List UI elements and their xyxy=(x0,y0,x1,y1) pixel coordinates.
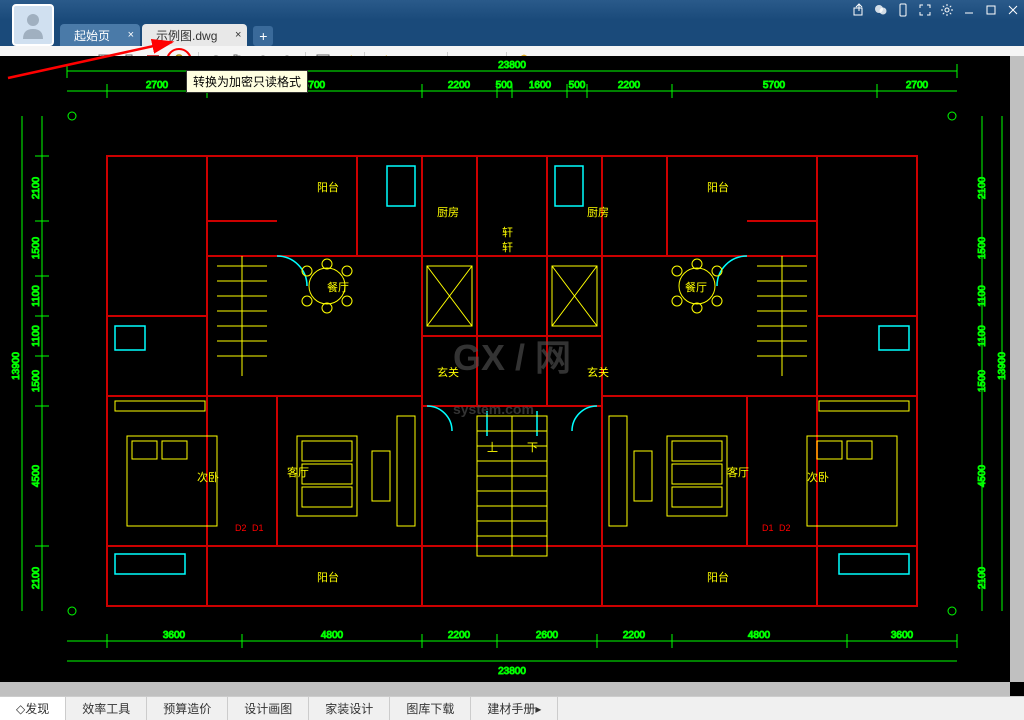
fullscreen-icon[interactable] xyxy=(918,3,932,17)
svg-text:D2: D2 xyxy=(779,523,791,533)
svg-text:2200: 2200 xyxy=(448,80,471,91)
svg-text:2100: 2100 xyxy=(977,566,988,589)
tab-close-icon[interactable]: × xyxy=(128,29,134,41)
svg-text:4500: 4500 xyxy=(31,464,42,487)
svg-text:次卧: 次卧 xyxy=(197,470,219,484)
svg-text:客厅: 客厅 xyxy=(287,465,309,479)
svg-text:13900: 13900 xyxy=(11,352,22,380)
tab-label: 起始页 xyxy=(74,27,110,44)
svg-text:下: 下 xyxy=(527,442,538,454)
svg-text:2700: 2700 xyxy=(906,80,929,91)
svg-text:3600: 3600 xyxy=(891,630,914,641)
svg-text:1100: 1100 xyxy=(31,325,42,347)
share-icon[interactable] xyxy=(852,3,866,17)
svg-text:玄关: 玄关 xyxy=(587,365,609,379)
svg-text:4500: 4500 xyxy=(977,464,988,487)
svg-text:D2: D2 xyxy=(235,523,247,533)
svg-text:次卧: 次卧 xyxy=(807,470,829,484)
svg-text:D1: D1 xyxy=(762,523,774,533)
titlebar xyxy=(0,0,1024,20)
svg-text:23800: 23800 xyxy=(498,60,526,71)
vertical-scrollbar[interactable] xyxy=(1010,56,1024,682)
svg-text:23800: 23800 xyxy=(498,666,526,677)
svg-text:1100: 1100 xyxy=(977,285,988,307)
user-avatar[interactable] xyxy=(12,4,54,46)
svg-text:2100: 2100 xyxy=(31,176,42,199)
svg-text:1500: 1500 xyxy=(31,236,42,259)
svg-text:1100: 1100 xyxy=(31,285,42,307)
svg-text:500: 500 xyxy=(569,80,586,91)
btab-material[interactable]: 建材手册 ▸ xyxy=(471,697,558,720)
tooltip: 转换为加密只读格式 xyxy=(186,70,308,93)
close-icon[interactable] xyxy=(1006,3,1020,17)
minimize-icon[interactable] xyxy=(962,3,976,17)
svg-text:客厅: 客厅 xyxy=(727,465,749,479)
maximize-icon[interactable] xyxy=(984,3,998,17)
svg-text:2100: 2100 xyxy=(31,566,42,589)
tab-file[interactable]: 示例图.dwg × xyxy=(142,24,247,46)
btab-home[interactable]: 家装设计 xyxy=(309,697,390,720)
svg-text:4800: 4800 xyxy=(321,630,344,641)
tab-close-icon[interactable]: × xyxy=(235,29,241,41)
svg-text:3600: 3600 xyxy=(163,630,186,641)
document-tabs: 起始页 × 示例图.dwg × + xyxy=(0,20,1024,46)
svg-text:1600: 1600 xyxy=(529,80,552,91)
svg-text:500: 500 xyxy=(496,80,513,91)
svg-text:2600: 2600 xyxy=(536,630,559,641)
tab-label: 示例图.dwg xyxy=(156,27,217,44)
btab-budget[interactable]: 预算造价 xyxy=(147,697,228,720)
tab-add-button[interactable]: + xyxy=(253,26,273,46)
svg-text:4800: 4800 xyxy=(748,630,771,641)
svg-text:上: 上 xyxy=(487,441,498,454)
btab-efficiency[interactable]: 效率工具 xyxy=(66,697,147,720)
mobile-icon[interactable] xyxy=(896,3,910,17)
btab-discover[interactable]: ◇ 发现 xyxy=(0,697,66,720)
btab-library[interactable]: 图库下载 xyxy=(390,697,471,720)
svg-text:2200: 2200 xyxy=(618,80,641,91)
svg-text:1500: 1500 xyxy=(977,369,988,392)
svg-text:1500: 1500 xyxy=(31,369,42,392)
svg-text:2700: 2700 xyxy=(146,80,169,91)
drawing-canvas[interactable]: 23800 2700 5700 2200 500 1600 500 2200 5… xyxy=(0,56,1024,696)
horizontal-scrollbar[interactable] xyxy=(0,682,1010,696)
svg-text:厨房: 厨房 xyxy=(437,206,459,219)
svg-text:阳台: 阳台 xyxy=(317,180,339,194)
svg-text:轩: 轩 xyxy=(502,240,513,254)
tab-start[interactable]: 起始页 × xyxy=(60,24,140,46)
svg-text:2100: 2100 xyxy=(977,176,988,199)
svg-text:阳台: 阳台 xyxy=(707,180,729,194)
bottom-tabs: ◇ 发现 效率工具 预算造价 设计画图 家装设计 图库下载 建材手册 ▸ xyxy=(0,696,1024,720)
svg-text:厨房: 厨房 xyxy=(587,206,609,219)
svg-text:1100: 1100 xyxy=(977,325,988,347)
svg-text:阳台: 阳台 xyxy=(707,570,729,584)
svg-text:餐厅: 餐厅 xyxy=(685,280,707,294)
settings-icon[interactable] xyxy=(940,3,954,17)
svg-text:阳台: 阳台 xyxy=(317,570,339,584)
btab-design[interactable]: 设计画图 xyxy=(228,697,309,720)
svg-text:轩: 轩 xyxy=(502,225,513,239)
svg-text:5700: 5700 xyxy=(763,80,786,91)
svg-text:2200: 2200 xyxy=(448,630,471,641)
svg-text:玄关: 玄关 xyxy=(437,365,459,379)
wechat-icon[interactable] xyxy=(874,3,888,17)
svg-text:D1: D1 xyxy=(252,523,264,533)
svg-text:餐厅: 餐厅 xyxy=(327,280,349,294)
svg-text:1500: 1500 xyxy=(977,236,988,259)
svg-text:2200: 2200 xyxy=(623,630,646,641)
svg-text:13900: 13900 xyxy=(997,352,1008,380)
